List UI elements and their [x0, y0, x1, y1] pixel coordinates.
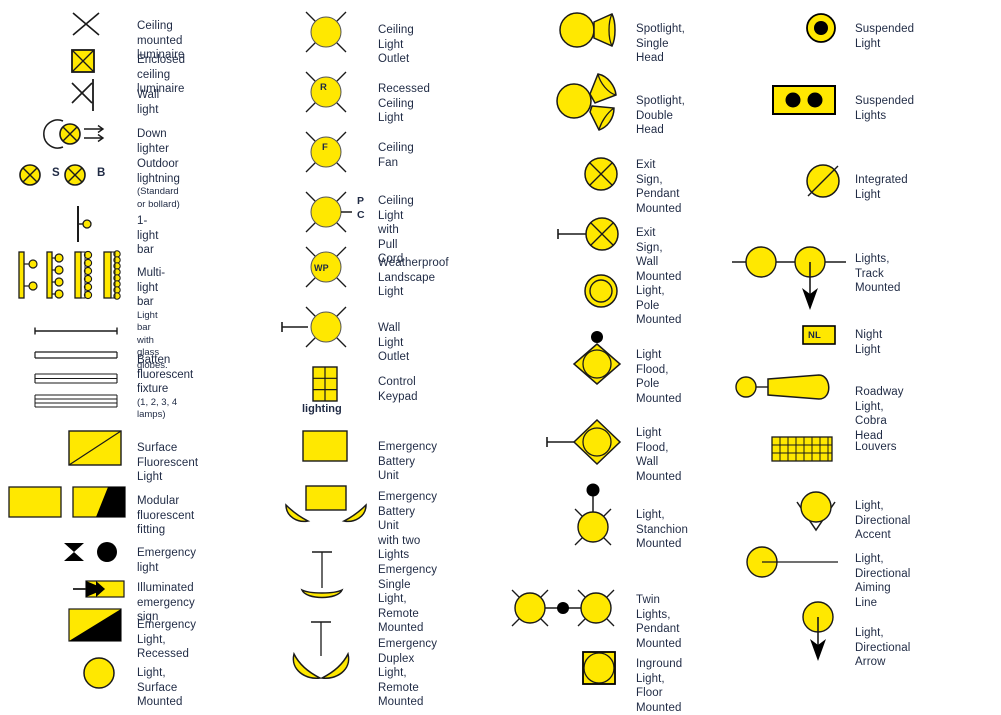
symbol-exit-sign-wall-mounted[interactable] — [556, 216, 620, 252]
label-emergency-battery-unit: Emergency Battery Unit — [378, 441, 438, 482]
label-recessed-ceiling-light: Recessed Ceiling Light — [378, 83, 430, 124]
caption-control-keypad-lighting: lighting — [302, 403, 342, 415]
label-light-directional-arrow: Light, Directional Arrow — [855, 627, 911, 668]
label-outdoor-lightning: Outdoor lightning (Standard or bollard) — [137, 157, 180, 211]
label-night-light: Night Light — [855, 329, 883, 356]
symbol-down-lighter[interactable] — [43, 118, 120, 150]
symbol-batten-fluorescent-fixture[interactable] — [32, 326, 122, 408]
label-roadway-light-cobra-head: Roadway Light, Cobra Head — [855, 386, 904, 442]
label-emergency-light-recessed: Emergency Light, Recessed — [137, 619, 197, 660]
label-control-keypad: Control Keypad — [378, 376, 418, 403]
symbol-suspended-lights[interactable] — [772, 84, 836, 116]
label-light-directional-accent: Light, Directional Accent — [855, 500, 911, 541]
symbol-control-keypad[interactable] — [312, 366, 338, 402]
label-integrated-light: Integrated Light — [855, 174, 908, 201]
symbol-emergency-battery-unit-two-lights[interactable] — [284, 485, 368, 527]
label-light-flood-pole-mounted: Light Flood, Pole Mounted — [636, 349, 682, 405]
label-light-flood-wall-mounted: Light Flood, Wall Mounted — [636, 427, 682, 483]
label-inground-light-floor-mounted: Inground Light, Floor Mounted — [636, 658, 683, 714]
label-weatherproof-mark: WP — [314, 263, 329, 273]
symbol-ceiling-mounted-luminaire[interactable] — [70, 10, 102, 38]
label-emergency-duplex-light-remote-mounted: Emergency Duplex Light, Remote Mounted — [378, 638, 438, 708]
symbol-emergency-duplex-light-remote-mounted[interactable] — [290, 620, 352, 682]
symbol-one-light-bar[interactable] — [72, 204, 98, 244]
label-one-light-bar: 1-light bar — [137, 215, 159, 256]
symbol-multi-light-bar[interactable] — [14, 250, 126, 300]
label-ceiling-fan: Ceiling Fan — [378, 142, 414, 169]
symbol-emergency-light-recessed[interactable] — [68, 608, 122, 642]
symbol-twin-lights-pendant-mounted[interactable] — [500, 582, 626, 634]
label-down-lighter: Down lighter — [137, 128, 170, 155]
label-recessed-mark: R — [320, 82, 327, 93]
label-batten-main: Batten fluorescent fixture — [137, 354, 194, 395]
label-modular-fluorescent-fitting: Modular fluorescent fitting — [137, 495, 195, 536]
label-spotlight-single-head: Spotlight, Single Head — [636, 23, 685, 64]
label-exit-sign-pendant-mounted: Exit Sign, Pendant Mounted — [636, 159, 682, 215]
symbol-modular-fluorescent-fitting[interactable] — [8, 485, 128, 519]
symbol-outdoor-lightning-standard[interactable] — [18, 163, 52, 187]
label-night-light-mark: NL — [808, 330, 821, 341]
label-ceiling-fan-mark: F — [322, 142, 328, 153]
symbol-outdoor-lightning-bollard[interactable] — [63, 163, 97, 187]
symbol-enclosed-ceiling-luminaire[interactable] — [70, 48, 96, 74]
symbol-ceiling-light-with-pull-cord[interactable] — [300, 186, 362, 238]
label-twin-lights-pendant-mounted: Twin Lights, Pendant Mounted — [636, 594, 682, 650]
label-suspended-light: Suspended Light — [855, 23, 915, 50]
symbol-louvers[interactable] — [771, 436, 833, 462]
label-wall-light-outlet: Wall Light Outlet — [378, 322, 410, 363]
label-suspended-lights: Suspended Lights — [855, 95, 915, 122]
symbol-emergency-light[interactable] — [60, 540, 126, 564]
symbol-ceiling-light-outlet[interactable] — [300, 6, 352, 58]
label-exit-sign-wall-mounted: Exit Sign, Wall Mounted — [636, 227, 682, 283]
symbol-light-pole-mounted[interactable] — [583, 273, 619, 309]
label-surface-fluorescent-light: Surface Fluorescent Light — [137, 442, 199, 483]
label-multi-light-bar-main: Multi-light bar — [137, 267, 166, 308]
label-light-surface-mounted: Light, Surface Mounted — [137, 667, 183, 708]
symbol-light-directional-aiming-line[interactable] — [746, 546, 840, 578]
symbol-inground-light-floor-mounted[interactable] — [581, 650, 617, 686]
symbol-light-flood-wall-mounted[interactable] — [545, 418, 625, 466]
label-outdoor-lightning-main: Outdoor lightning — [137, 158, 180, 185]
label-emergency-battery-unit-two-lights: Emergency Battery Unit with two Lights — [378, 491, 438, 561]
symbol-emergency-single-light-remote-mounted[interactable] — [296, 550, 348, 604]
label-ceiling-light-outlet: Ceiling Light Outlet — [378, 24, 414, 65]
label-spotlight-double-head: Spotlight, Double Head — [636, 95, 685, 136]
label-weatherproof-landscape-light: Weatherproof Landscape Light — [378, 257, 449, 298]
symbol-spotlight-double-head[interactable] — [552, 68, 624, 134]
label-batten-fluorescent-fixture: Batten fluorescent fixture (1, 2, 3, 4 l… — [137, 353, 193, 422]
symbol-wall-light[interactable] — [70, 78, 100, 112]
symbol-integrated-light[interactable] — [803, 161, 843, 201]
symbol-light-flood-pole-mounted[interactable] — [570, 330, 624, 386]
label-light-directional-aiming-line: Light, Directional Aiming Line — [855, 553, 911, 609]
symbol-wall-light-outlet[interactable] — [280, 301, 354, 353]
symbol-illuminated-emergency-sign[interactable] — [72, 578, 128, 600]
label-emergency-light: Emergency light — [137, 547, 197, 574]
label-light-stanchion-mounted: Light, Stanchion Mounted — [636, 509, 689, 550]
symbol-light-stanchion-mounted[interactable] — [560, 483, 626, 555]
label-outdoor-mark-bollard: B — [97, 167, 106, 179]
label-pullcord-mark-p: P — [357, 195, 365, 207]
label-lights-track-mounted: Lights, Track Mounted — [855, 253, 901, 294]
label-batten-sub: (1, 2, 3, 4 lamps) — [137, 396, 178, 421]
label-emergency-single-light-remote-mounted: Emergency Single Light, Remote Mounted — [378, 564, 438, 634]
symbol-light-surface-mounted[interactable] — [82, 656, 116, 690]
symbol-surface-fluorescent-light[interactable] — [68, 430, 122, 466]
symbol-suspended-light[interactable] — [805, 12, 837, 44]
symbol-emergency-battery-unit[interactable] — [302, 430, 348, 462]
symbol-lights-track-mounted[interactable] — [730, 240, 850, 312]
symbol-exit-sign-pendant-mounted[interactable] — [583, 156, 619, 192]
label-louvers: Louvers — [855, 441, 897, 453]
label-outdoor-mark-standard: S — [52, 167, 60, 179]
label-light-pole-mounted: Light, Pole Mounted — [636, 285, 682, 326]
symbol-light-directional-accent[interactable] — [793, 488, 839, 534]
label-wall-light: Wall light — [137, 89, 160, 116]
label-pullcord-mark-c: C — [357, 209, 365, 221]
symbol-light-directional-arrow[interactable] — [796, 601, 840, 663]
symbol-roadway-light-cobra-head[interactable] — [735, 372, 835, 402]
symbol-spotlight-single-head[interactable] — [558, 8, 620, 52]
label-outdoor-lightning-sub: (Standard or bollard) — [137, 186, 180, 210]
